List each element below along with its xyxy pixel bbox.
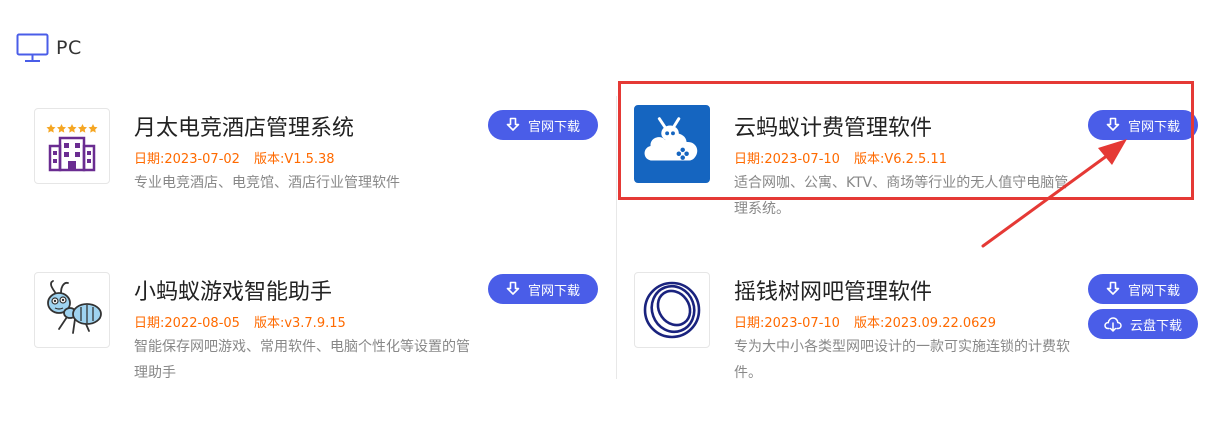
- version-number: 版本:v3.7.9.15: [253, 316, 346, 331]
- official-download-button[interactable]: 官网下载: [1088, 274, 1198, 304]
- cloud-download-icon: [1104, 317, 1122, 332]
- official-download-button[interactable]: 官网下载: [1088, 110, 1198, 140]
- release-date: 日期:2022-08-05: [134, 316, 240, 331]
- release-date: 日期:2023-07-02: [134, 152, 240, 167]
- blue-rings-icon: [634, 272, 710, 348]
- software-title[interactable]: 月太电竞酒店管理系统: [134, 110, 354, 142]
- software-description: 专业电竞酒店、电竞馆、酒店行业管理软件: [134, 175, 400, 191]
- software-title[interactable]: 小蚂蚁游戏智能助手: [134, 274, 332, 306]
- release-date: 日期:2023-07-10: [734, 316, 840, 331]
- section-header: PC: [16, 33, 82, 63]
- software-meta: 日期:2022-08-05 版本:v3.7.9.15: [134, 312, 346, 331]
- software-meta: 日期:2023-07-10 版本:V6.2.5.11: [734, 148, 947, 167]
- button-label: 官网下载: [527, 119, 580, 135]
- button-label: 云盘下载: [1129, 318, 1182, 334]
- software-title[interactable]: 云蚂蚁计费管理软件: [734, 110, 932, 142]
- official-download-button[interactable]: 官网下载: [488, 274, 598, 304]
- monitor-icon: [16, 33, 49, 62]
- software-description: 智能保存网吧游戏、常用软件、电脑个性化等设置的管理助手: [134, 339, 470, 381]
- download-icon: [506, 281, 520, 295]
- download-icon: [1106, 117, 1120, 131]
- ant-mascot-icon: [34, 272, 110, 348]
- download-icon: [506, 117, 520, 131]
- software-description: 专为大中小各类型网吧设计的一款可实施连锁的计费软件。: [734, 339, 1070, 381]
- button-label: 官网下载: [1127, 119, 1180, 135]
- version-number: 版本:V6.2.5.11: [853, 152, 947, 167]
- software-meta: 日期:2023-07-10 版本:2023.09.22.0629: [734, 312, 996, 331]
- hotel-building-icon: [34, 108, 110, 184]
- software-description: 适合网咖、公寓、KTV、商场等行业的无人值守电脑管理系统。: [734, 175, 1069, 217]
- software-title[interactable]: 摇钱树网吧管理软件: [734, 274, 932, 306]
- button-label: 官网下载: [527, 283, 580, 299]
- official-download-button[interactable]: 官网下载: [488, 110, 598, 140]
- version-number: 版本:2023.09.22.0629: [853, 316, 996, 331]
- software-meta: 日期:2023-07-02 版本:V1.5.38: [134, 148, 335, 167]
- cloud-ant-gamepad-icon: [634, 105, 710, 183]
- version-number: 版本:V1.5.38: [253, 152, 335, 167]
- cloud-download-button[interactable]: 云盘下载: [1088, 309, 1198, 339]
- download-icon: [1106, 281, 1120, 295]
- release-date: 日期:2023-07-10: [734, 152, 840, 167]
- section-title: PC: [56, 37, 82, 59]
- button-label: 官网下载: [1127, 283, 1180, 299]
